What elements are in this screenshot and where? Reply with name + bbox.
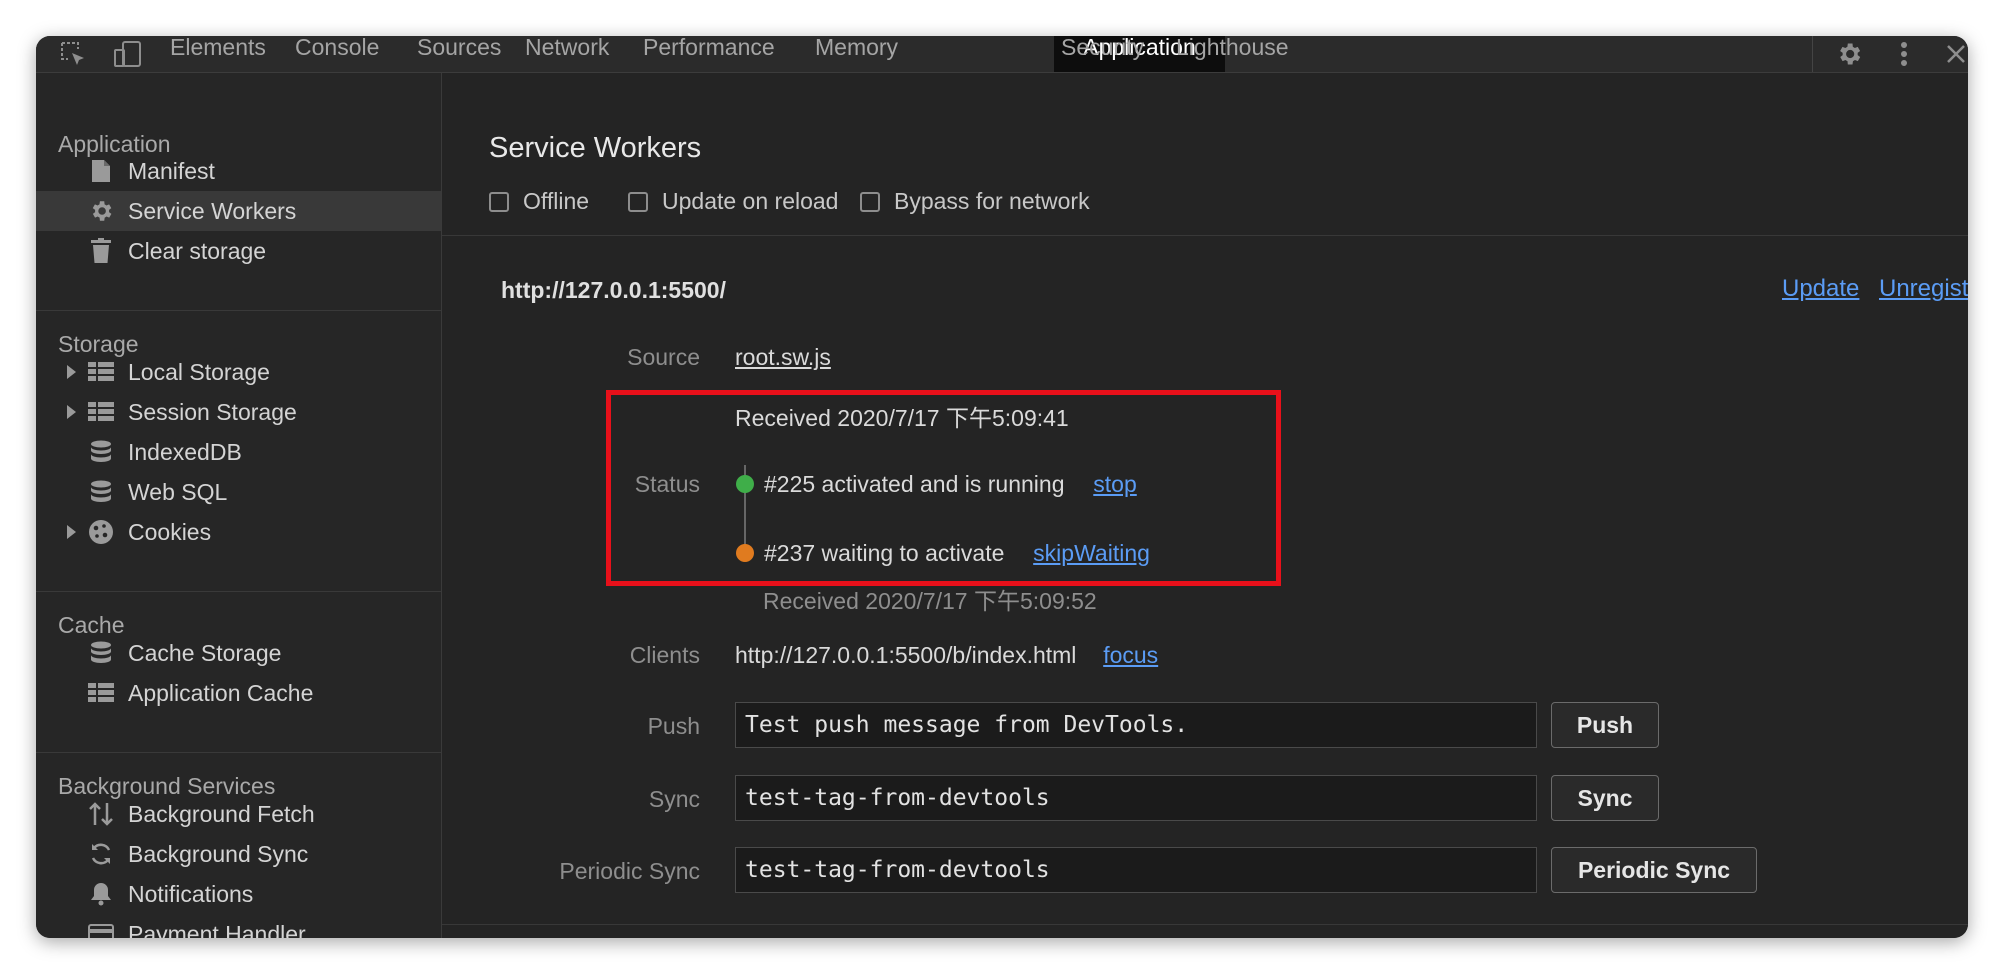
tab-console[interactable]: Console (273, 36, 401, 72)
sidebar: Application Manifest Service Workers Cle… (36, 73, 442, 938)
expand-arrow-icon[interactable] (67, 525, 76, 539)
periodic-sync-button[interactable]: Periodic Sync (1551, 847, 1757, 893)
sidebar-item-local-storage[interactable]: Local Storage (36, 352, 441, 392)
tab-network[interactable]: Network (503, 36, 631, 72)
checkbox-box[interactable] (860, 191, 880, 212)
gear-icon[interactable] (1832, 36, 1866, 72)
checkbox-box[interactable] (489, 191, 509, 212)
push-button[interactable]: Push (1551, 702, 1659, 748)
offline-checkbox[interactable]: Offline (489, 188, 589, 215)
sidebar-item-manifest[interactable]: Manifest (36, 151, 441, 191)
focus-link[interactable]: focus (1103, 642, 1158, 668)
client-url: http://127.0.0.1:5500/b/index.html (735, 642, 1077, 668)
sidebar-item-label: Payment Handler (128, 920, 306, 939)
grid-icon (88, 359, 114, 385)
clients-value: http://127.0.0.1:5500/b/index.html focus (735, 642, 1158, 669)
clients-label: Clients (629, 642, 700, 668)
tab-memory[interactable]: Memory (793, 36, 920, 72)
sidebar-item-cookies[interactable]: Cookies (36, 512, 441, 552)
cookie-icon (88, 519, 114, 545)
up-down-arrows-icon (88, 801, 114, 827)
device-toolbar-icon[interactable] (111, 36, 145, 72)
sidebar-item-cache-storage[interactable]: Cache Storage (36, 633, 441, 673)
tab-elements[interactable]: Elements (148, 36, 288, 72)
sidebar-item-label: Notifications (128, 880, 254, 907)
sidebar-item-label: Cookies (128, 518, 212, 545)
more-options-icon[interactable] (1889, 36, 1919, 72)
sidebar-item-label: Web SQL (128, 478, 228, 505)
expand-arrow-icon[interactable] (67, 405, 76, 419)
gear-icon (88, 198, 114, 224)
sidebar-item-label: Background Sync (128, 840, 309, 867)
database-icon (88, 439, 114, 465)
source-label: Source (627, 344, 700, 370)
section-divider (442, 235, 1968, 236)
sidebar-divider (36, 591, 441, 592)
sidebar-item-application-cache[interactable]: Application Cache (36, 673, 441, 713)
devtools-toolbar: Elements Console Sources Network Perform… (36, 36, 1968, 73)
push-input[interactable]: Test push message from DevTools. (735, 702, 1537, 748)
bell-icon (88, 881, 114, 907)
sidebar-item-session-storage[interactable]: Session Storage (36, 392, 441, 432)
sidebar-item-indexeddb[interactable]: IndexedDB (36, 432, 441, 472)
sync-button[interactable]: Sync (1551, 775, 1659, 821)
sidebar-item-label: Manifest (128, 157, 215, 184)
sidebar-item-service-workers[interactable]: Service Workers (36, 191, 441, 231)
sync-input[interactable]: test-tag-from-devtools (735, 775, 1537, 821)
sidebar-item-label: Cache Storage (128, 639, 282, 666)
checkbox-label: Bypass for network (894, 188, 1090, 214)
database-icon (88, 479, 114, 505)
push-label: Push (647, 713, 700, 739)
document-icon (88, 158, 114, 184)
grid-icon (88, 399, 114, 425)
checkbox-label: Update on reload (662, 188, 839, 214)
sidebar-item-label: Background Fetch (128, 800, 315, 827)
sidebar-item-clear-storage[interactable]: Clear storage (36, 231, 441, 271)
sidebar-item-label: Local Storage (128, 358, 270, 385)
page-title: Service Workers (489, 132, 702, 164)
card-icon (88, 921, 114, 938)
update-on-reload-checkbox[interactable]: Update on reload (628, 188, 838, 215)
sidebar-item-label: Clear storage (128, 237, 267, 264)
periodic-sync-input[interactable]: test-tag-from-devtools (735, 847, 1537, 893)
status-highlight-box (606, 390, 1281, 586)
sidebar-divider (36, 310, 441, 311)
checkbox-label: Offline (523, 188, 590, 214)
waiting-received: Received 2020/7/17 下午5:09:52 (763, 588, 1097, 614)
worker-origin: http://127.0.0.1:5500/ (501, 277, 726, 303)
database-icon (88, 640, 114, 666)
sidebar-item-label: IndexedDB (128, 438, 242, 465)
bypass-for-network-checkbox[interactable]: Bypass for network (860, 188, 1090, 215)
source-file-link[interactable]: root.sw.js (735, 344, 831, 371)
sidebar-item-label: Service Workers (128, 197, 297, 224)
sidebar-item-web-sql[interactable]: Web SQL (36, 472, 441, 512)
sync-icon (88, 841, 114, 867)
periodic-sync-label: Periodic Sync (559, 858, 700, 884)
checkbox-box[interactable] (628, 191, 648, 212)
close-icon[interactable] (1944, 36, 1968, 72)
sidebar-item-label: Session Storage (128, 398, 297, 425)
expand-arrow-icon[interactable] (67, 365, 76, 379)
tab-lighthouse[interactable]: Lighthouse (1154, 36, 1311, 72)
sidebar-item-notifications[interactable]: Notifications (36, 874, 441, 914)
unregister-link[interactable]: Unregister (1879, 275, 1968, 303)
sync-label: Sync (648, 786, 700, 812)
source-file[interactable]: root.sw.js (735, 344, 831, 370)
update-link[interactable]: Update (1782, 275, 1859, 303)
grid-icon (88, 680, 114, 706)
toolbar-divider (1812, 36, 1813, 72)
sidebar-item-payment-handler[interactable]: Payment Handler (36, 914, 441, 938)
section-divider (442, 924, 1968, 925)
sidebar-item-background-fetch[interactable]: Background Fetch (36, 794, 441, 834)
tab-performance[interactable]: Performance (621, 36, 797, 72)
tab-security[interactable]: Security (1039, 36, 1166, 72)
sidebar-item-background-sync[interactable]: Background Sync (36, 834, 441, 874)
sidebar-divider (36, 752, 441, 753)
sidebar-item-label: Application Cache (128, 679, 314, 706)
trash-icon (88, 238, 114, 264)
inspect-element-icon[interactable] (56, 36, 90, 72)
